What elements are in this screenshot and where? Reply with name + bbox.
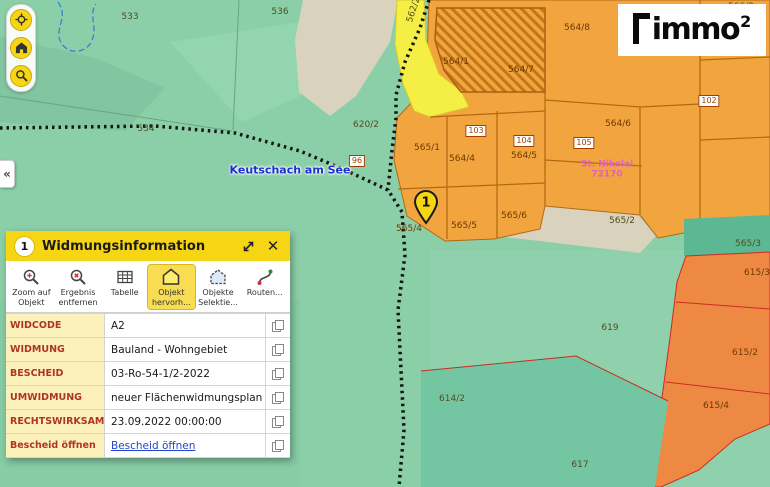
route-icon: [256, 268, 274, 286]
table-row: UMWIDMUNG neuer Flächenwidmungsplan: [6, 385, 290, 409]
attribute-table: WIDCODE A2 WIDMUNG Bauland - Wohngebiet …: [6, 313, 290, 458]
map-toolbar: [6, 4, 36, 92]
copy-button[interactable]: [265, 410, 290, 433]
toolbar-button-routes[interactable]: Routen...: [241, 265, 288, 309]
collapse-sidebar-button[interactable]: «: [0, 160, 15, 188]
row-label: Bescheid öffnen: [6, 434, 105, 457]
row-label: WIDCODE: [6, 314, 105, 337]
logo-superscript: 2: [740, 12, 751, 31]
close-icon[interactable]: ✕: [264, 237, 282, 255]
zoom-object-icon: [22, 268, 40, 286]
table-row: Bescheid öffnen Bescheid öffnen: [6, 433, 290, 457]
copy-button[interactable]: [265, 362, 290, 385]
zoom-button[interactable]: [10, 65, 32, 87]
highlight-object-icon: [162, 268, 180, 286]
panel-title: Widmungsinformation: [42, 239, 232, 254]
copy-icon: [272, 344, 284, 356]
copy-button[interactable]: [265, 338, 290, 361]
map-marker-1[interactable]: 1: [411, 189, 441, 229]
copy-icon: [272, 368, 284, 380]
row-value: 03-Ro-54-1/2-2022: [105, 362, 265, 385]
result-badge: 1: [14, 236, 35, 257]
expand-icon[interactable]: [239, 237, 257, 255]
remove-result-icon: [69, 268, 87, 286]
copy-icon: [272, 320, 284, 332]
toolbar-button-remove-result[interactable]: Ergebnis entfernen: [55, 265, 102, 309]
widmungsinformation-panel: 1 Widmungsinformation ✕ Zoom auf Objekt …: [6, 231, 290, 458]
toolbar-button-select-objects[interactable]: Objekte Selektie...: [195, 265, 242, 309]
row-label: BESCHEID: [6, 362, 105, 385]
row-value: neuer Flächenwidmungsplan: [105, 386, 265, 409]
table-row: BESCHEID 03-Ro-54-1/2-2022: [6, 361, 290, 385]
panel-header[interactable]: 1 Widmungsinformation ✕: [6, 231, 290, 261]
table-row: WIDMUNG Bauland - Wohngebiet: [6, 337, 290, 361]
copy-icon: [272, 440, 284, 452]
copy-icon: [272, 416, 284, 428]
locate-button[interactable]: [10, 9, 32, 31]
logo-text: immo: [652, 15, 739, 45]
map-application: 533536534562/2566/2620/2565/2565/3619614…: [0, 0, 770, 487]
marker-label: 1: [421, 196, 430, 211]
locate-icon: [15, 11, 28, 30]
row-label: WIDMUNG: [6, 338, 105, 361]
row-value: A2: [105, 314, 265, 337]
table-icon: [116, 268, 134, 286]
copy-button[interactable]: [265, 434, 290, 457]
toolbar-button-highlight-object[interactable]: Objekt hervorh...: [148, 265, 195, 309]
row-label: RECHTSWIRKSAM: [6, 410, 105, 433]
table-row: RECHTSWIRKSAM 23.09.2022 00:00:00: [6, 409, 290, 433]
magnifier-icon: [15, 67, 28, 86]
select-objects-icon: [209, 268, 227, 286]
home-button[interactable]: [10, 37, 32, 59]
row-value: Bauland - Wohngebiet: [105, 338, 265, 361]
bescheid-link[interactable]: Bescheid öffnen: [105, 434, 265, 457]
toolbar-button-zoom-object[interactable]: Zoom auf Objekt: [8, 265, 55, 309]
logo-mark-icon: [633, 13, 650, 44]
copy-icon: [272, 392, 284, 404]
home-icon: [15, 39, 28, 58]
table-row: WIDCODE A2: [6, 313, 290, 337]
row-value: 23.09.2022 00:00:00: [105, 410, 265, 433]
toolbar-button-table[interactable]: Tabelle: [101, 265, 148, 309]
panel-toolbar: Zoom auf Objekt Ergebnis entfernen Tabel…: [6, 261, 290, 313]
row-label: UMWIDMUNG: [6, 386, 105, 409]
immo2-logo: immo 2: [618, 4, 766, 56]
copy-button[interactable]: [265, 314, 290, 337]
copy-button[interactable]: [265, 386, 290, 409]
